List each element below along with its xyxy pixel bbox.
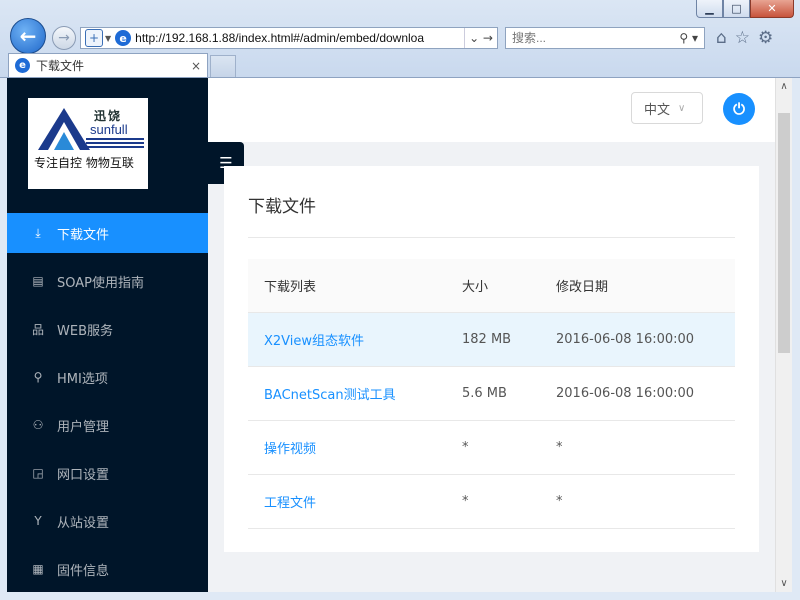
sidebar-item-7[interactable]: ▦ 固件信息 xyxy=(7,549,208,589)
browser-search-box[interactable]: ⚲ ▾ xyxy=(505,27,705,49)
rocket-icon: ⚲ xyxy=(33,370,43,384)
forward-button[interactable]: → xyxy=(52,26,76,50)
logo-english-name: sunfull xyxy=(90,122,128,137)
sidebar-item-label: 从站设置 xyxy=(57,515,110,531)
user-icon: ⚇ xyxy=(32,418,44,432)
chevron-down-icon: ∨ xyxy=(678,102,686,114)
document-icon: ▤ xyxy=(32,274,44,288)
download-card: 下载文件 下载列表 大小 修改日期 X2View组态软件 182 MB 2016-0… xyxy=(224,166,759,552)
arrow-left-icon: ← xyxy=(19,24,37,48)
ie-tab-icon: e xyxy=(15,58,30,73)
file-icon: ▦ xyxy=(32,562,44,576)
vertical-scrollbar[interactable]: ∧ ∨ xyxy=(775,78,792,592)
sidebar-item-4[interactable]: ⚇ 用户管理 xyxy=(7,405,208,445)
close-window-button[interactable]: ✕ xyxy=(750,0,794,18)
download-table: 下载列表 大小 修改日期 X2View组态软件 182 MB 2016-06-08 … xyxy=(248,259,735,529)
home-icon[interactable]: ⌂ xyxy=(716,28,727,48)
shield-icon[interactable]: + xyxy=(85,29,103,47)
modified-date: * xyxy=(556,440,563,455)
sidebar-item-1[interactable]: ▤ SOAP使用指南 xyxy=(7,261,208,301)
company-logo: 迅饶 sunfull 专注自控 物物互联 xyxy=(28,98,148,189)
modified-date: 2016-06-08 16:00:00 xyxy=(556,386,695,401)
modified-date: * xyxy=(556,494,563,509)
divider xyxy=(248,237,735,238)
ie-site-icon: e xyxy=(115,30,132,46)
tab-title: 下载文件 xyxy=(36,59,85,73)
table-row: 工程文件 * * xyxy=(248,475,735,529)
port-icon: ◲ xyxy=(32,466,44,480)
scrollbar-thumb[interactable] xyxy=(778,113,790,353)
sidebar-item-3[interactable]: ⚲ HMI选项 xyxy=(7,357,208,397)
sidebar-item-label: 下载文件 xyxy=(57,227,110,243)
sidebar-item-label: 固件信息 xyxy=(57,563,110,579)
table-row: BACnetScan测试工具 5.6 MB 2016-06-08 16:00:00 xyxy=(248,367,735,421)
cluster-icon: 品 xyxy=(31,322,44,337)
page-title: 下载文件 xyxy=(248,197,316,217)
arrow-right-icon: → xyxy=(58,30,70,46)
url-text[interactable]: http://192.168.1.88/index.html#/admin/em… xyxy=(135,31,464,45)
browser-toolbar-icons: ⌂ ☆ ⚙ xyxy=(716,28,773,48)
file-size: * xyxy=(462,494,469,509)
sidebar-item-5[interactable]: ◲ 网口设置 xyxy=(7,453,208,493)
browser-tab-active[interactable]: e 下载文件 × xyxy=(8,53,208,77)
download-icon: ⤓ xyxy=(35,225,41,240)
sidebar-item-6[interactable]: Y 从站设置 xyxy=(7,501,208,541)
language-select[interactable]: 中文 ∨ xyxy=(631,92,703,124)
gear-icon[interactable]: ⚙ xyxy=(758,28,773,48)
top-header: 中文 ∨ ⏻ xyxy=(208,78,775,142)
logout-icon: ⏻ xyxy=(733,100,745,118)
sidebar: 迅饶 sunfull 专注自控 物物互联 ⤓ 下载文件 ▤ SOAP使用指南品 WEB服… xyxy=(7,78,208,592)
sidebar-item-label: HMI选项 xyxy=(57,371,108,387)
scroll-up-icon[interactable]: ∧ xyxy=(776,78,792,95)
favorites-star-icon[interactable]: ☆ xyxy=(735,28,750,48)
table-row: X2View组态软件 182 MB 2016-06-08 16:00:00 xyxy=(248,313,735,367)
page-viewport: 迅饶 sunfull 专注自控 物物互联 ⤓ 下载文件 ▤ SOAP使用指南品 WEB服… xyxy=(7,78,775,592)
sidebar-item-label: 网口设置 xyxy=(57,467,110,483)
new-tab-button[interactable] xyxy=(210,55,236,77)
address-bar[interactable]: + ▼ e http://192.168.1.88/index.html#/ad… xyxy=(80,27,498,49)
sidebar-item-label: WEB服务 xyxy=(57,323,113,339)
table-header: 下载列表 大小 修改日期 xyxy=(248,259,735,313)
file-size: 5.6 MB xyxy=(462,386,507,401)
maximize-button[interactable]: □ xyxy=(723,0,750,18)
sidebar-item-label: 用户管理 xyxy=(57,419,110,435)
download-link[interactable]: 操作视频 xyxy=(248,438,446,457)
logo-lines xyxy=(86,138,144,150)
browser-chrome: ▁ □ ✕ ← → + ▼ e http://192.168.1.88/inde… xyxy=(0,0,800,78)
modified-date: 2016-06-08 16:00:00 xyxy=(556,332,695,347)
fork-icon: Y xyxy=(34,514,42,528)
logo-slogan: 专注自控 物物互联 xyxy=(34,156,134,170)
go-arrow-icon[interactable]: ⌄ → xyxy=(464,28,497,48)
tab-close-icon[interactable]: × xyxy=(191,59,201,73)
table-row: 操作视频 * * xyxy=(248,421,735,475)
download-link[interactable]: X2View组态软件 xyxy=(248,330,446,349)
language-value: 中文 xyxy=(644,102,671,118)
column-header-name: 下载列表 xyxy=(264,280,317,295)
back-button[interactable]: ← xyxy=(10,18,46,54)
sidebar-menu: ⤓ 下载文件 ▤ SOAP使用指南品 WEB服务 ⚲ HMI选项 ⚇ 用户管理 ◲ 网口设置 Y 从站设… xyxy=(7,213,208,592)
column-header-size: 大小 xyxy=(462,280,489,295)
scroll-down-icon[interactable]: ∨ xyxy=(776,575,792,592)
search-input[interactable] xyxy=(512,31,674,45)
download-link[interactable]: BACnetScan测试工具 xyxy=(248,384,446,403)
search-icon[interactable]: ⚲ ▾ xyxy=(673,31,704,45)
column-header-date: 修改日期 xyxy=(556,280,609,295)
chevron-down-icon[interactable]: ▼ xyxy=(105,34,111,43)
file-size: 182 MB xyxy=(462,332,512,347)
minimize-button[interactable]: ▁ xyxy=(696,0,723,18)
sidebar-item-0[interactable]: ⤓ 下载文件 xyxy=(7,213,208,253)
window-controls: ▁ □ ✕ xyxy=(696,0,794,18)
file-size: * xyxy=(462,440,469,455)
sidebar-item-label: SOAP使用指南 xyxy=(57,275,144,291)
sidebar-item-2[interactable]: 品 WEB服务 xyxy=(7,309,208,349)
download-link[interactable]: 工程文件 xyxy=(248,492,446,511)
logout-button[interactable]: ⏻ xyxy=(723,93,755,125)
